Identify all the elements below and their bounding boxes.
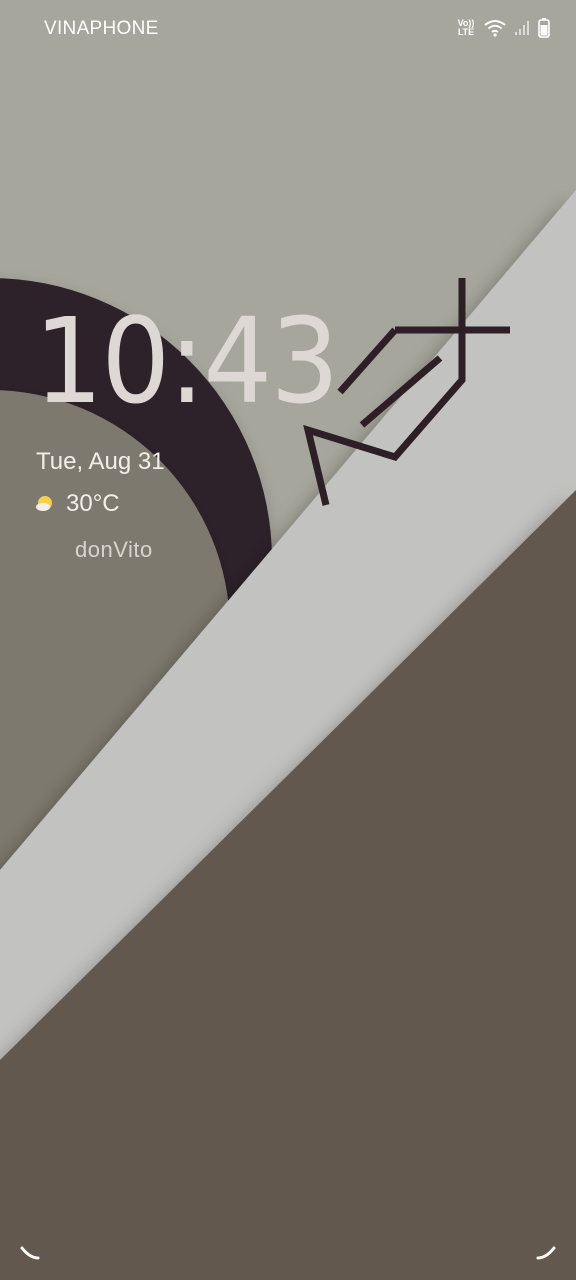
status-bar: VINAPHONE Vo)) LTE — [0, 0, 576, 58]
wifi-icon — [484, 20, 506, 37]
signal-icon — [515, 21, 529, 35]
carrier-name: VINAPHONE — [44, 18, 159, 39]
lockscreen-clock: 10:43 — [34, 292, 339, 430]
sunny-partly-cloudy-icon — [36, 496, 52, 511]
owner-info: donVito — [75, 537, 153, 562]
lockscreen: VINAPHONE Vo)) LTE 10:43 Tue, Aug 31 30°… — [0, 0, 576, 1280]
volte-bottom-label: LTE — [457, 27, 475, 37]
camera-shortcut-icon[interactable] — [528, 1244, 558, 1268]
weather-temperature: 30°C — [66, 490, 120, 517]
phone-shortcut-icon[interactable] — [18, 1244, 48, 1268]
battery-icon — [538, 18, 550, 38]
lockscreen-date: Tue, Aug 31 — [36, 448, 165, 475]
status-icons: Vo)) LTE — [456, 16, 550, 40]
wallpaper — [0, 0, 576, 1280]
volte-icon: Vo)) LTE — [456, 19, 476, 37]
weather-widget[interactable]: 30°C — [34, 490, 120, 518]
